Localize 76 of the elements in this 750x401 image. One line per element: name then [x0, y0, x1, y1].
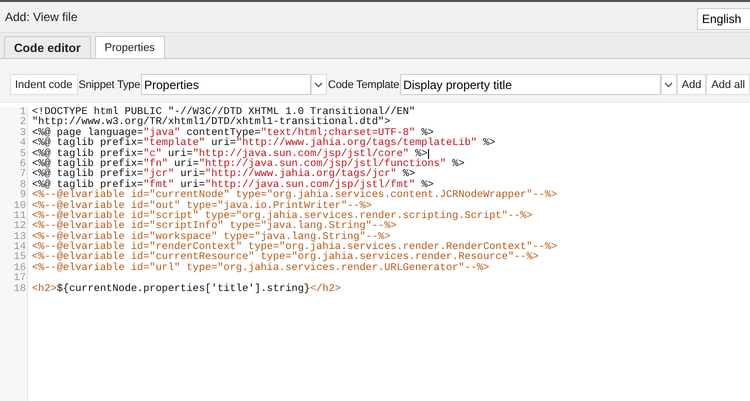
- code-token: %>: [482, 138, 496, 149]
- tab[interactable]: Code editor: [4, 36, 91, 58]
- code-token: <%@ page language=: [32, 128, 144, 138]
- code-token: <%--@elvariable id="out" type="java.io.PrintWriter"--%>: [32, 200, 372, 211]
- code-token: "http://java.sun.com/jsp/jstl/functions": [198, 158, 446, 170]
- line-number: 5: [20, 148, 26, 159]
- code-token: <h2>: [32, 284, 57, 294]
- code-token: <%--@elvariable id="currentNode" type="org.jahia.services.content.JCRNodeWrapper"--%>: [32, 190, 558, 201]
- code-token: ${currentNode.properties['title'].string}: [56, 284, 310, 294]
- code-token: uri=: [179, 169, 206, 180]
- line-number: 18: [14, 284, 26, 294]
- code-token: "http://java.sun.com/jsp/jstl/core": [192, 148, 409, 159]
- code-token: <%--@elvariable id="scriptInfo" type="java.lang.String"--%>: [32, 221, 397, 232]
- line-number: 10: [14, 200, 26, 211]
- code-token: %>: [402, 169, 416, 180]
- code-token: uri=: [166, 148, 193, 159]
- line-number: 12: [14, 221, 26, 232]
- code-token: <%@ taglib prefix=: [32, 158, 144, 170]
- code-token: "template": [143, 138, 206, 149]
- snippet-type-label: Snippet Type: [78, 78, 140, 90]
- line-number: 3: [20, 128, 26, 138]
- line-number: 2: [20, 117, 26, 128]
- line-number: 1: [20, 107, 26, 118]
- code-token: "text/html;charset=UTF-8": [260, 128, 416, 138]
- code-token: uri=: [180, 180, 206, 190]
- code-token: <%@ taglib prefix=: [32, 148, 144, 159]
- code-token: "fn": [143, 158, 168, 170]
- code-token: uri=: [173, 158, 199, 170]
- code-token: <%--@elvariable id="url" type="org.jahia.services.render.URLGenerator"--%>: [32, 262, 490, 274]
- language-select[interactable]: English: [697, 8, 750, 30]
- line-number: 7: [20, 169, 26, 180]
- code-token: <%--@elvariable id="script" type="org.jahia.services.render.scripting.Script"--%>: [32, 210, 533, 222]
- code-token: "jcr": [143, 169, 174, 180]
- chevron-down-icon: [664, 82, 674, 88]
- add-all-button[interactable]: Add all: [706, 74, 750, 95]
- code-token: <%--@elvariable id="currentResource" type="org.jahia.services.render.Resource"--%>: [32, 252, 539, 263]
- code-token: "http://java.sun.com/jsp/jstl/fmt": [205, 180, 416, 190]
- indent-code-button[interactable]: Indent code: [10, 74, 78, 95]
- add-button[interactable]: Add: [676, 74, 706, 95]
- code-token: "c": [143, 148, 162, 159]
- line-number: 16: [14, 262, 26, 274]
- dropdown-button[interactable]: [310, 74, 327, 95]
- snippet-type-select[interactable]: Properties: [141, 74, 311, 95]
- code-token: "java": [143, 128, 180, 138]
- code-token: %>: [421, 128, 434, 138]
- line-number: 14: [14, 242, 26, 252]
- code-token: contentType=: [186, 128, 261, 138]
- code-token: "http://www.jahia.org/tags/templateLib": [236, 138, 477, 149]
- line-number: 9: [20, 190, 26, 201]
- code-token: <%@ taglib prefix=: [32, 180, 144, 190]
- code-token: <%@ taglib prefix=: [32, 138, 144, 149]
- code-token: <%--@elvariable id="renderContext" type="org.jahia.services.render.RenderContext"--%>: [32, 242, 558, 252]
- line-number: 17: [14, 273, 26, 284]
- line-number: 4: [20, 138, 26, 149]
- code-template-select[interactable]: Display property title: [400, 74, 661, 95]
- code-token: %>: [415, 148, 428, 159]
- dropdown-button[interactable]: [660, 74, 677, 95]
- code-token: "http://www.w3.org/TR/xhtml1/DTD/xhtml1-transitional.dtd">: [32, 117, 390, 128]
- chevron-down-icon: [314, 82, 324, 88]
- code-token: <%--@elvariable id="workspace" type="java.lang.String"--%>: [32, 232, 390, 242]
- line-number: 15: [14, 252, 26, 263]
- code-token: %>: [451, 158, 465, 170]
- dialog-title: Add: View file: [5, 10, 78, 24]
- tab[interactable]: Properties: [94, 36, 165, 58]
- code-token: %>: [421, 180, 434, 190]
- code-token: "http://www.jahia.org/tags/jcr": [205, 169, 397, 180]
- code-token: </h2>: [310, 284, 341, 294]
- code-template-label: Code Template: [328, 78, 400, 90]
- code-token: <%@ taglib prefix=: [32, 169, 144, 180]
- code-token: "fmt": [143, 180, 174, 190]
- line-number: 11: [14, 210, 26, 222]
- code-token: uri=: [211, 138, 236, 149]
- code-token: <!DOCTYPE html PUBLIC "-//W3C//DTD XHTML 1.0 Transitional//EN": [32, 107, 416, 118]
- line-number: 13: [14, 232, 26, 242]
- line-number: 8: [20, 180, 26, 190]
- line-number: 6: [20, 158, 26, 170]
